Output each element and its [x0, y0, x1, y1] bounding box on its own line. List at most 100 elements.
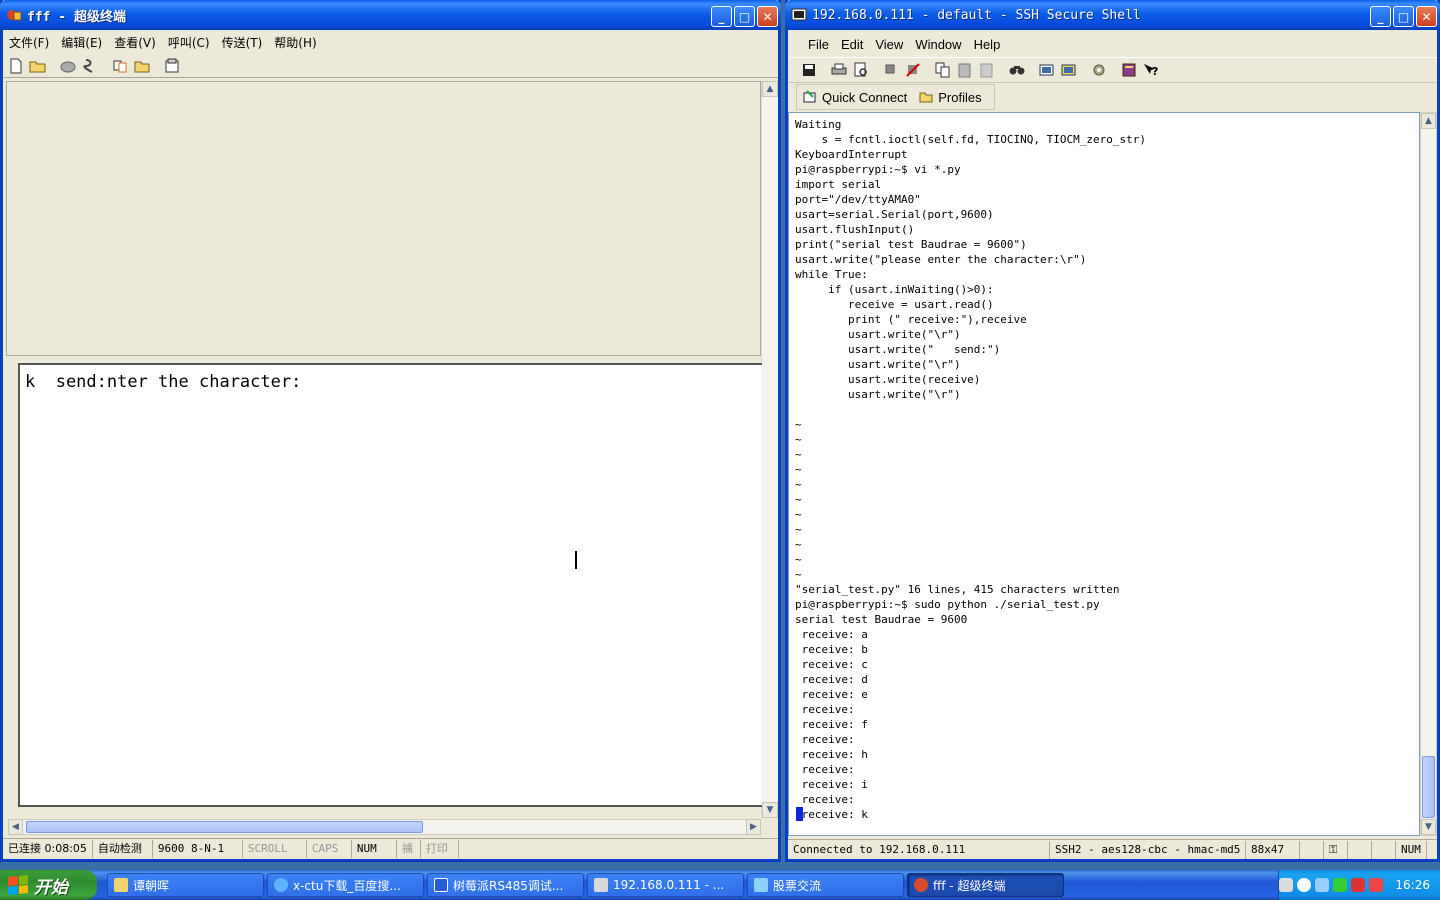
maximize-button[interactable]: □: [734, 6, 755, 27]
scroll-down-arrow-icon[interactable]: ▼: [762, 802, 778, 818]
security-icon[interactable]: [1369, 878, 1384, 892]
menu-call[interactable]: 呼叫(C): [162, 34, 216, 51]
send-file-icon[interactable]: [109, 55, 131, 77]
help-book-icon[interactable]: [1118, 59, 1140, 81]
save-icon[interactable]: [798, 59, 820, 81]
vertical-scroll-thumb[interactable]: [1422, 756, 1435, 818]
menubar: File Edit View Window Help: [788, 33, 1437, 55]
windows-logo-icon: [8, 874, 28, 896]
clock: 16:26: [1395, 878, 1430, 892]
profiles-button[interactable]: Profiles: [913, 90, 987, 105]
menu-help[interactable]: 帮助(H): [268, 34, 322, 51]
start-label: 开始: [34, 877, 68, 898]
paste-disabled-icon[interactable]: [976, 59, 998, 81]
task-list: 谭朝晖 x-ctu下载_百度搜... 树莓派RS485调试... 192.168…: [107, 873, 1064, 897]
menubar: 文件(F) 编辑(E) 查看(V) 呼叫(C) 传送(T) 帮助(H): [3, 31, 778, 53]
scroll-left-arrow-icon[interactable]: ◀: [8, 819, 23, 835]
terminal-line: receive: d: [795, 673, 868, 686]
scroll-up-arrow-icon[interactable]: ▲: [1421, 113, 1436, 129]
menu-help[interactable]: Help: [968, 37, 1007, 52]
settings-icon[interactable]: [1088, 59, 1110, 81]
status-terminal-size: 88x47: [1246, 840, 1300, 859]
terminal-line: receive = usart.read(): [795, 298, 994, 311]
new-terminal-icon[interactable]: [1036, 59, 1058, 81]
hyperterminal-icon: [6, 7, 22, 23]
task-button[interactable]: 树莓派RS485调试...: [427, 873, 584, 897]
menu-edit[interactable]: Edit: [835, 37, 869, 52]
disconnect-icon[interactable]: [902, 59, 924, 81]
print-icon[interactable]: [828, 59, 850, 81]
task-button-active[interactable]: fff - 超级终端: [907, 873, 1064, 897]
chat-icon: [754, 878, 768, 892]
terminal-line: receive: b: [795, 643, 868, 656]
ie-icon: [274, 878, 288, 892]
keyboard-icon[interactable]: [1279, 878, 1294, 892]
profiles-label: Profiles: [938, 89, 982, 105]
window-title: fff - 超级终端: [27, 9, 126, 25]
ssh-terminal-screen[interactable]: Waiting s = fcntl.ioctl(self.fd, TIOCINQ…: [788, 112, 1420, 836]
status-cipher: SSH2 - aes128-cbc - hmac-md5 - :: [1050, 840, 1246, 859]
task-label: 谭朝晖: [133, 878, 170, 893]
task-button[interactable]: 股票交流: [747, 873, 904, 897]
terminal-line: ~: [795, 448, 802, 461]
menu-view[interactable]: 查看(V): [108, 34, 162, 51]
task-label: 192.168.0.111 - ...: [613, 878, 725, 892]
connect-icon[interactable]: [880, 59, 902, 81]
collapse-tray-icon[interactable]: [1297, 878, 1312, 892]
status-scroll: SCROLL: [243, 839, 307, 858]
menu-file[interactable]: 文件(F): [3, 34, 55, 51]
file-transfer-icon[interactable]: [1058, 59, 1080, 81]
scroll-right-arrow-icon[interactable]: ▶: [746, 819, 761, 835]
minimize-button[interactable]: _: [1370, 6, 1391, 27]
vertical-scrollbar[interactable]: ▲ ▼: [1420, 112, 1437, 836]
task-button[interactable]: x-ctu下载_百度搜...: [267, 873, 424, 897]
close-button[interactable]: ✕: [757, 6, 778, 27]
toolbar: ?: [788, 57, 1437, 83]
properties-icon[interactable]: [161, 55, 183, 77]
antivirus-icon[interactable]: [1351, 878, 1366, 892]
task-button[interactable]: 谭朝晖: [107, 873, 264, 897]
terminal-line: usart.flushInput(): [795, 223, 915, 236]
receive-file-icon[interactable]: [131, 55, 153, 77]
vertical-scrollbar[interactable]: ▲ ▼: [761, 81, 778, 818]
menu-window[interactable]: Window: [909, 37, 967, 52]
task-button[interactable]: 192.168.0.111 - ...: [587, 873, 744, 897]
network-icon[interactable]: [1315, 878, 1330, 892]
menu-file[interactable]: File: [802, 37, 835, 52]
terminal-line: ~: [795, 553, 802, 566]
terminal-line: port="/dev/ttyAMA0": [795, 193, 921, 206]
new-file-icon[interactable]: [5, 55, 27, 77]
find-icon[interactable]: [1006, 59, 1028, 81]
terminal-line: usart=serial.Serial(port,9600): [795, 208, 994, 221]
terminal-line: ~: [795, 433, 802, 446]
paste-icon[interactable]: [954, 59, 976, 81]
start-button[interactable]: 开始: [0, 870, 97, 900]
print-preview-icon[interactable]: [850, 59, 872, 81]
ssh-titlebar[interactable]: 192.168.0.111 - default - SSH Secure She…: [785, 0, 1440, 30]
terminal-line: receive: e: [795, 688, 868, 701]
menu-view[interactable]: View: [869, 37, 909, 52]
call-icon[interactable]: [57, 55, 79, 77]
terminal-line: usart.write(" send:"): [795, 343, 1001, 356]
task-label: 树莓派RS485调试...: [453, 878, 564, 893]
maximize-button[interactable]: □: [1393, 6, 1414, 27]
terminal-line: import serial: [795, 178, 882, 191]
horizontal-scrollbar[interactable]: ◀ ▶: [8, 819, 761, 835]
menu-edit[interactable]: 编辑(E): [55, 34, 108, 51]
copy-icon[interactable]: [932, 59, 954, 81]
horizontal-scroll-thumb[interactable]: [26, 821, 423, 833]
scroll-down-arrow-icon[interactable]: ▼: [1421, 819, 1436, 835]
context-help-icon[interactable]: ?: [1140, 59, 1162, 81]
disconnect-icon[interactable]: [79, 55, 101, 77]
menu-transfer[interactable]: 传送(T): [216, 34, 269, 51]
scroll-up-arrow-icon[interactable]: ▲: [762, 81, 778, 97]
hyperterminal-titlebar[interactable]: fff - 超级终端 _ □ ✕: [0, 0, 781, 30]
quick-connect-button[interactable]: Quick Connect: [797, 90, 913, 105]
shield-icon[interactable]: [1333, 878, 1348, 892]
terminal-screen[interactable]: k send:nter the character:: [18, 363, 762, 807]
open-folder-icon[interactable]: [27, 55, 49, 77]
terminal-line: if (usart.inWaiting()>0):: [795, 283, 994, 296]
minimize-button[interactable]: _: [711, 6, 732, 27]
close-button[interactable]: ✕: [1416, 6, 1437, 27]
quick-connect-bar: Quick Connect Profiles: [796, 84, 995, 110]
